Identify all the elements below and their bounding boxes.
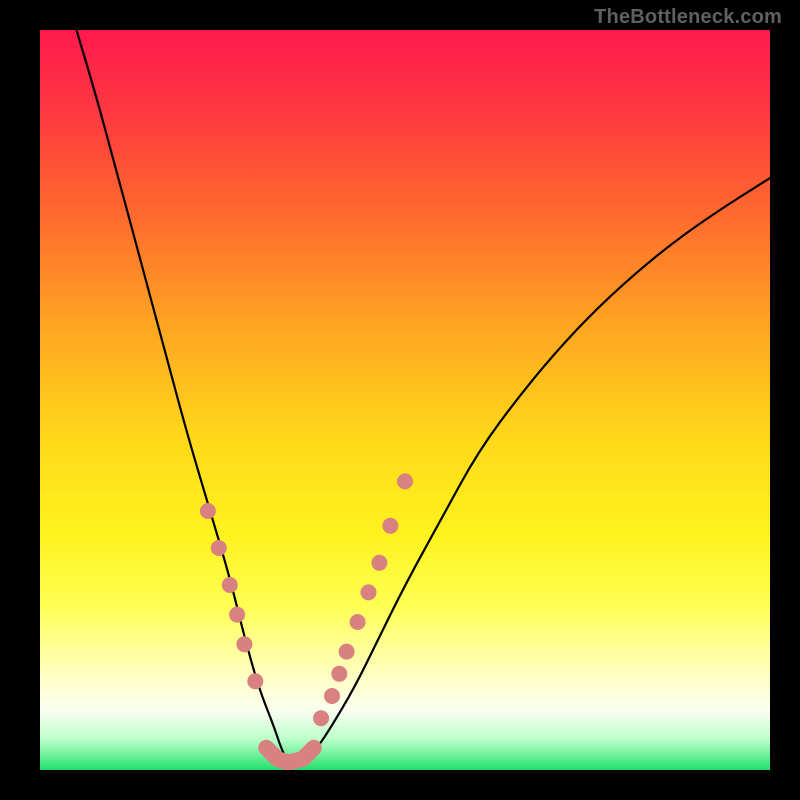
highlight-dot [397,473,413,489]
plot-area [40,30,770,770]
highlight-dot [313,710,329,726]
highlight-dots-left [200,503,263,689]
highlight-dot [361,584,377,600]
highlight-dot [371,555,387,571]
curve-layer [40,30,770,770]
highlight-dot [222,577,238,593]
highlight-dot [382,518,398,534]
watermark-text: TheBottleneck.com [594,6,782,29]
chart-stage: TheBottleneck.com [0,0,800,800]
highlight-dot [324,688,340,704]
highlight-dot [229,607,245,623]
highlight-dot [200,503,216,519]
highlight-dot [350,614,366,630]
highlight-dot [236,636,252,652]
highlight-dot [331,666,347,682]
highlight-dash-floor [266,748,314,763]
highlight-dot [211,540,227,556]
highlight-dot [247,673,263,689]
highlight-floor-segment [266,748,314,763]
bottleneck-curve [77,30,771,763]
highlight-dot [339,644,355,660]
